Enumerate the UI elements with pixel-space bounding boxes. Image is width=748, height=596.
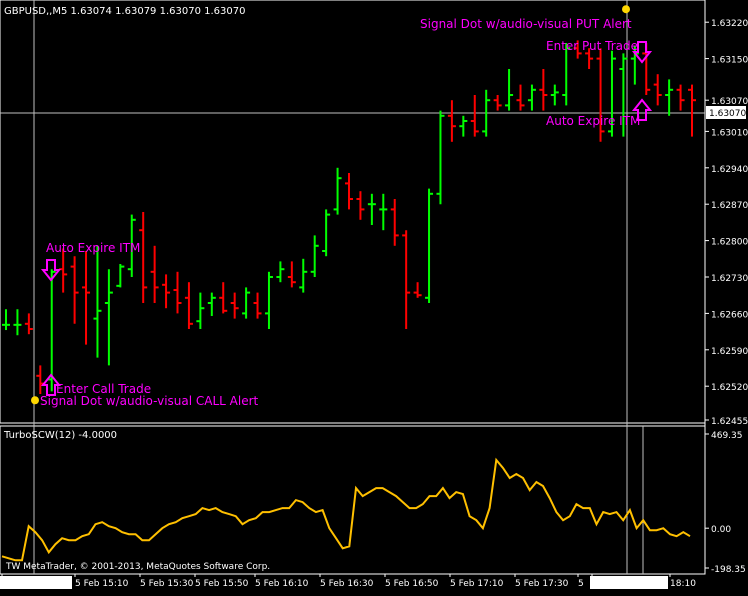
call-expire-label: Auto Expire ITM (46, 241, 140, 255)
annotations: Signal Dot w/audio-visual PUT Alert Ente… (31, 5, 653, 408)
ohlc-bar (219, 282, 228, 314)
ohlc-bar (59, 248, 68, 293)
ohlc-bar (70, 256, 79, 324)
ohlc-bar (264, 271, 273, 329)
price-tick-label: 1.62940 (711, 165, 748, 175)
ohlc-bar (665, 79, 674, 116)
ohlc-bars-group (2, 40, 696, 394)
ohlc-bar (413, 282, 422, 298)
price-axis-ticks: 1.63220 1.63150 1.63070 1.63010 1.62940 1.628… (705, 19, 748, 427)
time-tick-label: 5 Feb 16:10 (255, 579, 309, 589)
indicator-title: TurboSCW(12) -4.0000 (3, 430, 117, 441)
time-tick-label: 5 Feb 15:50 (195, 579, 249, 589)
put-expire-label: Auto Expire ITM (546, 114, 640, 128)
indicator-tick-label: -198.35 (711, 565, 746, 575)
ohlc-bar (516, 84, 525, 111)
ohlc-bar (173, 271, 182, 314)
indicator-pane-border (0, 425, 706, 575)
ohlc-bar (390, 199, 399, 246)
price-tick-label: 1.62660 (711, 310, 748, 320)
chart-stage[interactable]: GBPUSD,,M5 1.63074 1.63079 1.63070 1.630… (0, 0, 748, 592)
ohlc-bar (333, 167, 342, 215)
ohlc-bar (276, 261, 285, 283)
price-chart-svg[interactable]: GBPUSD,,M5 1.63074 1.63079 1.63070 1.630… (0, 0, 748, 592)
ohlc-bar (230, 292, 239, 319)
price-tick-label: 1.62455 (711, 417, 748, 427)
put-enter-label: Enter Put Trade (546, 39, 638, 53)
price-tick-label: 1.63010 (711, 128, 748, 138)
ohlc-bar (104, 269, 113, 366)
ohlc-bar (345, 173, 353, 210)
ohlc-bar (13, 309, 22, 336)
ohlc-bar (436, 110, 445, 205)
time-tick-label: 5 (578, 579, 584, 589)
ohlc-bar (493, 95, 502, 111)
ohlc-bar (470, 95, 479, 137)
ohlc-bar (139, 212, 148, 303)
ohlc-bar (47, 269, 56, 392)
ohlc-bar (653, 74, 662, 106)
price-tick-label: 1.62870 (711, 201, 748, 211)
time-highlight-right (590, 576, 668, 589)
ohlc-bar (93, 245, 102, 358)
ohlc-bar (676, 84, 685, 111)
turboscw-line (1, 457, 691, 562)
ohlc-bar (425, 188, 434, 303)
time-tick-label: 5 Feb 17:30 (515, 579, 569, 589)
current-price-label: 1.63070 (709, 109, 746, 119)
ohlc-bar (322, 209, 331, 257)
time-tick-label: 18:10 (670, 579, 696, 589)
ohlc-bar (367, 193, 376, 225)
ohlc-bar (688, 84, 696, 137)
time-tick-label: 5 Feb 15:30 (140, 579, 194, 589)
ohlc-bar (505, 69, 514, 111)
chart-title: GBPUSD,,M5 1.63074 1.63079 1.63070 1.630… (4, 6, 245, 17)
ohlc-bar (287, 261, 296, 288)
put-signal-label: Signal Dot w/audio-visual PUT Alert (420, 17, 632, 31)
ohlc-bar (36, 365, 45, 394)
ohlc-bar (196, 292, 205, 329)
ohlc-bar (150, 245, 159, 303)
ohlc-bar (2, 309, 10, 331)
ohlc-bar (116, 264, 125, 288)
ohlc-bar (527, 84, 536, 111)
ohlc-bar (207, 292, 216, 316)
ohlc-bar (162, 274, 171, 309)
time-highlight-left (0, 576, 72, 589)
ohlc-bar (356, 191, 365, 220)
ohlc-bar (299, 258, 308, 293)
price-tick-label: 1.62520 (711, 383, 748, 393)
indicator-tick-label: 469.35 (711, 431, 743, 441)
ohlc-bar (184, 282, 193, 329)
price-tick-label: 1.62730 (711, 274, 748, 284)
time-tick-label: 5 Feb 15:10 (75, 579, 129, 589)
price-tick-label: 1.63220 (711, 19, 748, 29)
ohlc-bar (402, 230, 411, 329)
ohlc-bar (253, 292, 262, 319)
time-tick-label: 5 Feb 16:30 (320, 579, 374, 589)
time-tick-label: 5 Feb 16:50 (385, 579, 439, 589)
ohlc-bar (447, 100, 456, 142)
indicator-tick-label: 0.00 (711, 525, 731, 535)
price-tick-label: 1.63070 (711, 97, 748, 107)
ohlc-bar (550, 84, 559, 106)
call-signal-label: Signal Dot w/audio-visual CALL Alert (40, 394, 259, 408)
ohlc-bar (310, 235, 319, 277)
indicator-group: 469.35 0.00 -198.35 (1, 431, 746, 575)
call-signal-dot[interactable] (31, 396, 39, 405)
ohlc-bar (24, 313, 33, 335)
ohlc-bar (539, 69, 548, 111)
price-tick-label: 1.63150 (711, 56, 748, 66)
main-pane-border (0, 0, 706, 424)
copyright-footer: TW MetaTrader, © 2001-2013, MetaQuotes S… (5, 562, 270, 572)
time-tick-label: 5 Feb 17:10 (450, 579, 504, 589)
ohlc-bar (242, 287, 251, 319)
price-tick-label: 1.62590 (711, 347, 748, 357)
ohlc-bar (379, 193, 388, 231)
price-tick-label: 1.62800 (711, 238, 748, 248)
ohlc-bar (459, 115, 468, 137)
ohlc-bar (82, 251, 91, 345)
put-signal-dot[interactable] (622, 5, 630, 14)
